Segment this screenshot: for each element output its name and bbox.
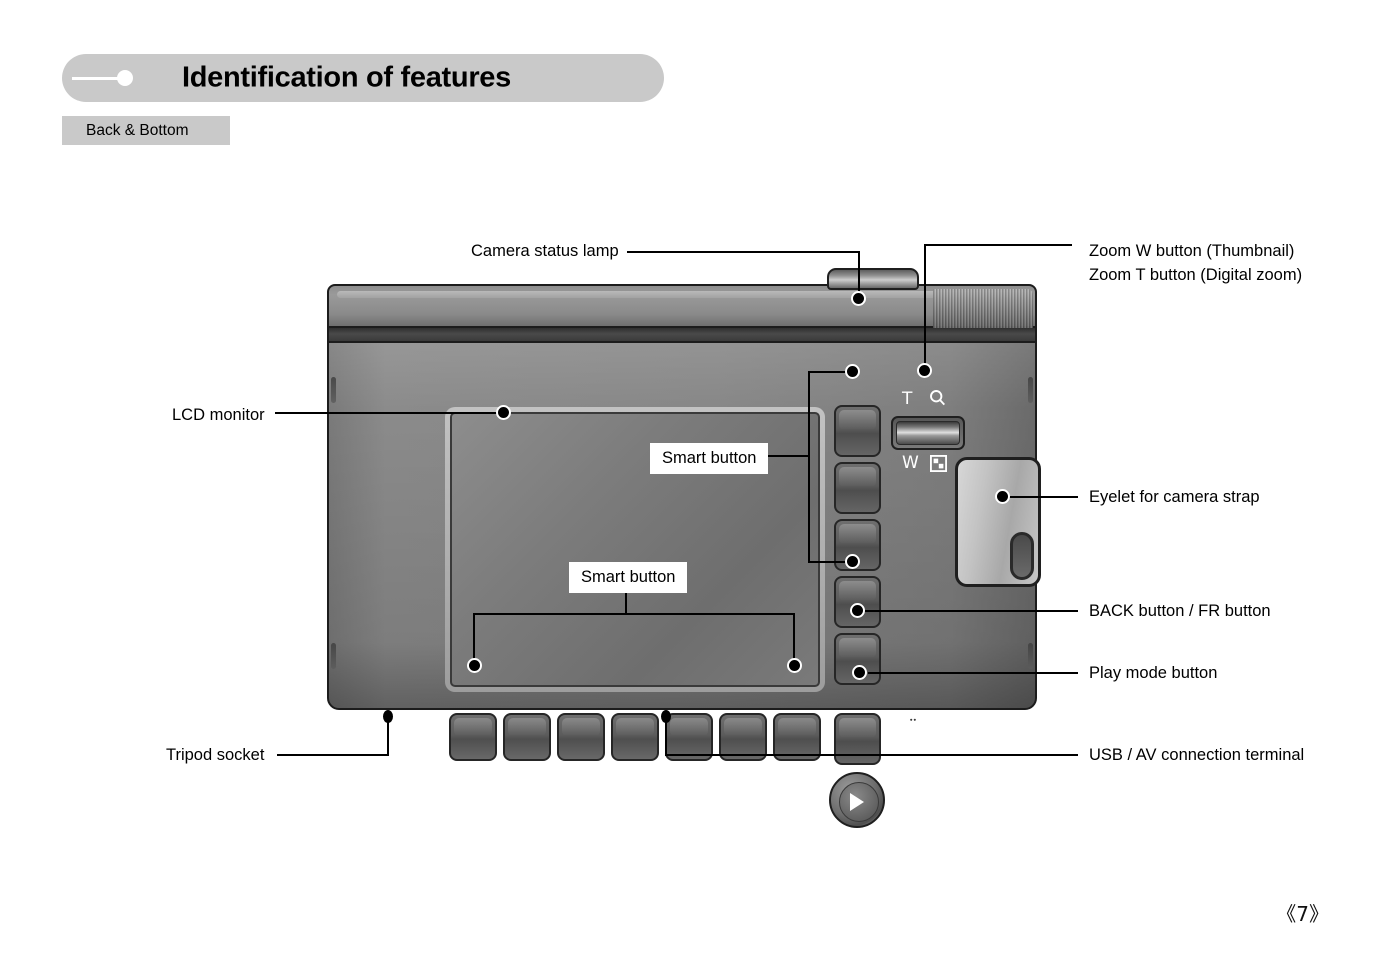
right-edge-seam-bottom [1028,643,1033,669]
eyelet-strap-panel [955,457,1041,587]
dot-smart-button-h1 [467,658,482,673]
back-fr-button[interactable] [834,713,881,765]
camera-back-body: BACK T W [327,341,1041,828]
zoom-rocker-surface [896,421,960,445]
eyelet-slot [1010,532,1034,580]
leader-tripod-v [387,716,389,756]
page-number: 《7》 [1276,902,1329,926]
play-triangle-icon [850,793,864,811]
dot-lcd-monitor [496,405,511,420]
smart-button-v4[interactable] [834,576,881,628]
play-mode-button-inner [839,782,879,822]
left-edge-seam-top [331,377,336,403]
camera-illustration: BACK T W [327,268,1041,828]
smart-button-h4[interactable] [611,713,659,761]
zoom-rocker-button[interactable] [891,416,965,450]
camera-top-deck [327,284,1037,330]
smart-button-v1[interactable] [834,405,881,457]
shutter-button-bump [827,268,919,290]
callout-tripod-socket: Tripod socket [166,746,265,764]
zoom-wide-label: W [902,453,919,473]
grip-texture-shading [933,289,1033,330]
thumbnail-icon [929,454,948,473]
camera-body-seam [327,328,1037,341]
leader-lcd-h [275,412,503,414]
dot-smart-button-h7 [787,658,802,673]
face-recognition-icon [896,709,930,737]
callout-smart-button-lower: Smart button [569,562,688,593]
dot-play-mode-button [852,665,867,680]
callout-lcd-monitor: LCD monitor [172,406,265,424]
camera-back-bottom-diagram: BACK T W Camera status lamp Zoom W butto… [0,0,1381,954]
callout-back-fr: BACK button / FR button [1089,602,1271,620]
leader-usb-av-v [665,716,667,756]
dot-back-fr-button [850,603,865,618]
callout-smart-button-upper: Smart button [650,443,769,474]
callout-camera-status-lamp: Camera status lamp [471,242,619,260]
leader-smart-upper-bracket-v [808,371,810,563]
dot-eyelet [995,489,1010,504]
top-deck-highlight [337,291,1031,298]
callout-usb-av: USB / AV connection terminal [1089,746,1305,764]
callout-zoom-t: Zoom T button (Digital zoom) [1089,266,1303,284]
dot-smart-button-v5 [845,554,860,569]
smart-button-v2[interactable] [834,462,881,514]
left-edge-seam-bottom [331,643,336,669]
smart-button-h2[interactable] [503,713,551,761]
zoom-tele-label: T [902,389,913,409]
callout-play-mode: Play mode button [1089,664,1218,682]
dot-smart-button-v1 [845,364,860,379]
play-mode-button[interactable] [829,772,885,828]
leader-back-fr-h [863,610,1078,612]
leader-eyelet-h [1006,496,1078,498]
leader-zoom-v [924,244,926,370]
right-edge-seam-top [1028,377,1033,403]
smart-button-h1[interactable] [449,713,497,761]
leader-usb-av-h [665,754,1078,756]
dot-status-lamp [851,291,866,306]
magnifier-icon [929,389,946,412]
callout-zoom-w: Zoom W button (Thumbnail) [1089,242,1295,260]
leader-play-mode-h [868,672,1078,674]
leader-tripod-h [277,754,389,756]
dot-zoom-rocker [917,363,932,378]
smart-button-h3[interactable] [557,713,605,761]
leader-zoom-h [924,244,1072,246]
callout-eyelet: Eyelet for camera strap [1089,488,1260,506]
leader-smart-lower-bracket-h [473,613,795,615]
leader-smart-upper-stub [764,455,810,457]
leader-status-lamp-h [627,251,860,253]
